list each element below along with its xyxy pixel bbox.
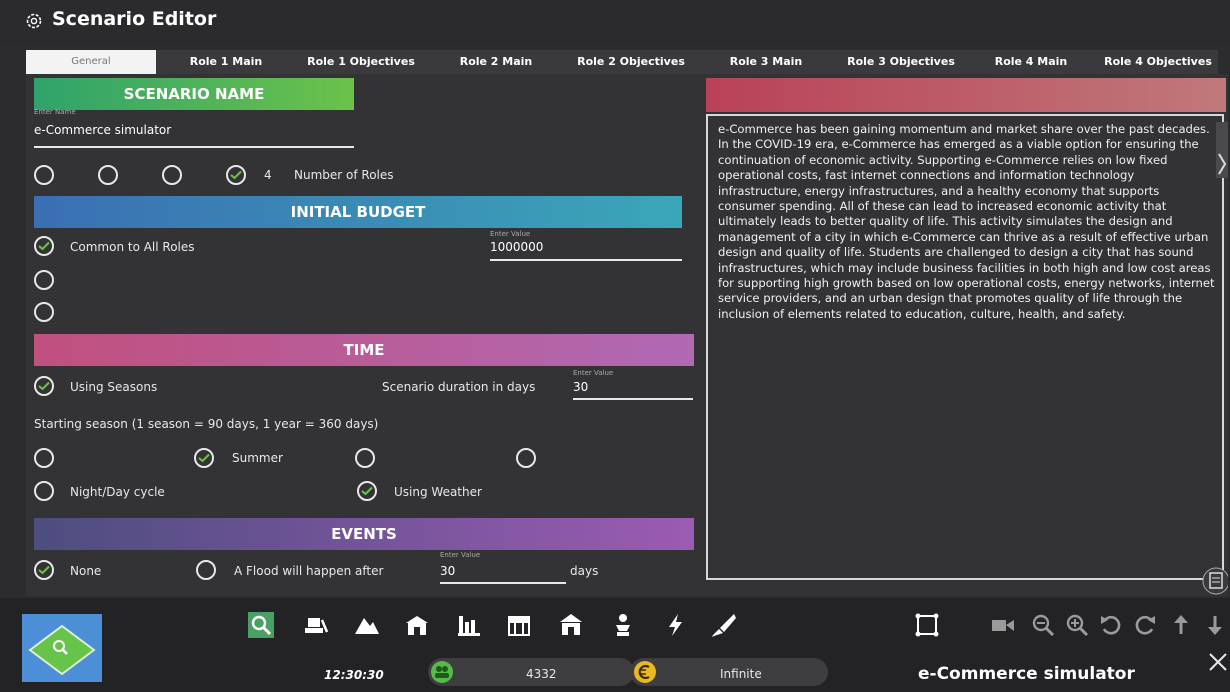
check-icon — [38, 241, 50, 251]
gear-icon — [26, 13, 42, 29]
game-time: 12:30:30 — [324, 668, 384, 682]
check-icon — [38, 381, 50, 391]
roles-label: Number of Roles — [294, 168, 394, 182]
budget-common-label: Common to All Roles — [70, 240, 195, 254]
tab-general[interactable]: General — [26, 50, 156, 74]
camera-icon[interactable] — [990, 612, 1016, 638]
population-icon — [431, 661, 453, 683]
roles-1-radio[interactable] — [34, 165, 54, 185]
residential-icon[interactable] — [404, 612, 430, 638]
scenario-name-header: SCENARIO NAME — [34, 78, 354, 110]
season-autumn-radio[interactable] — [355, 448, 375, 468]
initial-budget-header: INITIAL BUDGET — [34, 196, 682, 228]
starting-season-label: Starting season (1 season = 90 days, 1 y… — [34, 417, 379, 431]
check-icon — [38, 565, 50, 575]
check-icon — [230, 170, 242, 180]
window-title: Scenario Editor — [52, 8, 217, 30]
season-summer-radio[interactable] — [194, 448, 214, 468]
event-flood-radio[interactable] — [196, 560, 216, 580]
budget-value-underline — [490, 259, 682, 261]
using-weather-label: Using Weather — [394, 485, 482, 499]
minimap-icon[interactable] — [22, 614, 102, 682]
night-day-label: Night/Day cycle — [70, 485, 165, 499]
tab-role-4-main[interactable]: Role 4 Main — [976, 50, 1086, 74]
season-spring-radio[interactable] — [34, 448, 54, 468]
tab-bar: General Role 1 Main Role 1 Objectives Ro… — [26, 50, 1218, 74]
roles-2-radio[interactable] — [98, 165, 118, 185]
budget-value-placeholder: Enter Value — [490, 230, 531, 238]
public-building-icon[interactable] — [558, 612, 584, 638]
budget-value-input[interactable]: 1000000 — [490, 240, 543, 254]
person-icon[interactable] — [610, 612, 636, 638]
title-bar: Scenario Editor — [0, 0, 1230, 44]
tab-role-4-objectives[interactable]: Role 4 Objectives — [1098, 50, 1218, 74]
scenario-name-placeholder: Enter Name — [34, 108, 76, 116]
season-winter-radio[interactable] — [516, 448, 536, 468]
description-text: e-Commerce has been gaining momentum and… — [718, 122, 1215, 321]
close-icon[interactable] — [1208, 652, 1228, 672]
commercial-icon[interactable] — [506, 612, 532, 638]
season-summer-label: Summer — [232, 451, 283, 465]
event-flood-label: A Flood will happen after — [234, 564, 384, 578]
scenario-name-input[interactable]: e-Commerce simulator — [34, 123, 171, 137]
event-none-label: None — [70, 564, 102, 578]
population-value: 4332 — [526, 667, 557, 681]
euro-icon — [634, 661, 656, 683]
using-weather-checkbox[interactable] — [357, 481, 377, 501]
rotate-right-icon[interactable] — [1132, 612, 1158, 638]
brush-icon[interactable] — [710, 612, 736, 638]
budget-common-radio[interactable] — [34, 236, 54, 256]
zoom-in-icon[interactable] — [1064, 612, 1090, 638]
tab-role-2-main[interactable]: Role 2 Main — [436, 50, 556, 74]
zoom-out-icon[interactable] — [1030, 612, 1056, 638]
budget-option-2-radio[interactable] — [34, 270, 54, 290]
tab-role-2-objectives[interactable]: Role 2 Objectives — [566, 50, 696, 74]
industry-icon[interactable] — [456, 612, 482, 638]
bulldozer-icon[interactable] — [302, 612, 328, 638]
description-header — [706, 78, 1226, 112]
using-seasons-checkbox[interactable] — [34, 376, 54, 396]
duration-placeholder: Enter Value — [573, 369, 614, 377]
budget-option-3-radio[interactable] — [34, 302, 54, 322]
rotate-left-icon[interactable] — [1098, 612, 1124, 638]
flood-days-underline — [440, 582, 566, 584]
duration-input[interactable]: 30 — [573, 380, 588, 394]
chevron-right-icon[interactable] — [1216, 122, 1228, 178]
arrow-up-icon[interactable] — [1168, 612, 1194, 638]
using-seasons-label: Using Seasons — [70, 380, 158, 394]
roles-3-radio[interactable] — [162, 165, 182, 185]
description-box[interactable]: e-Commerce has been gaining momentum and… — [706, 114, 1224, 580]
roles-4-radio[interactable] — [226, 165, 246, 185]
duration-underline — [573, 398, 693, 400]
selection-frame-icon[interactable] — [914, 612, 940, 638]
terrain-icon[interactable] — [354, 612, 380, 638]
scenario-name-underline — [34, 146, 354, 148]
flood-days-input[interactable]: 30 — [440, 564, 455, 578]
arrow-down-icon[interactable] — [1202, 612, 1228, 638]
tab-role-1-objectives[interactable]: Role 1 Objectives — [296, 50, 426, 74]
check-icon — [361, 486, 373, 496]
roles-count: 4 — [264, 168, 272, 182]
event-none-radio[interactable] — [34, 560, 54, 580]
duration-label: Scenario duration in days — [382, 380, 536, 394]
check-icon — [198, 453, 210, 463]
flood-days-placeholder: Enter Value — [440, 551, 481, 559]
night-day-checkbox[interactable] — [34, 481, 54, 501]
document-icon[interactable] — [1202, 566, 1228, 602]
flood-days-unit: days — [570, 564, 599, 578]
tab-role-1-main[interactable]: Role 1 Main — [166, 50, 286, 74]
tab-role-3-main[interactable]: Role 3 Main — [706, 50, 826, 74]
lightning-icon[interactable] — [662, 612, 688, 638]
events-header: EVENTS — [34, 518, 694, 550]
scenario-title: e-Commerce simulator — [918, 664, 1135, 684]
search-tool-icon[interactable] — [248, 612, 274, 638]
time-header: TIME — [34, 334, 694, 366]
tab-role-3-objectives[interactable]: Role 3 Objectives — [836, 50, 966, 74]
money-value: Infinite — [720, 667, 762, 681]
